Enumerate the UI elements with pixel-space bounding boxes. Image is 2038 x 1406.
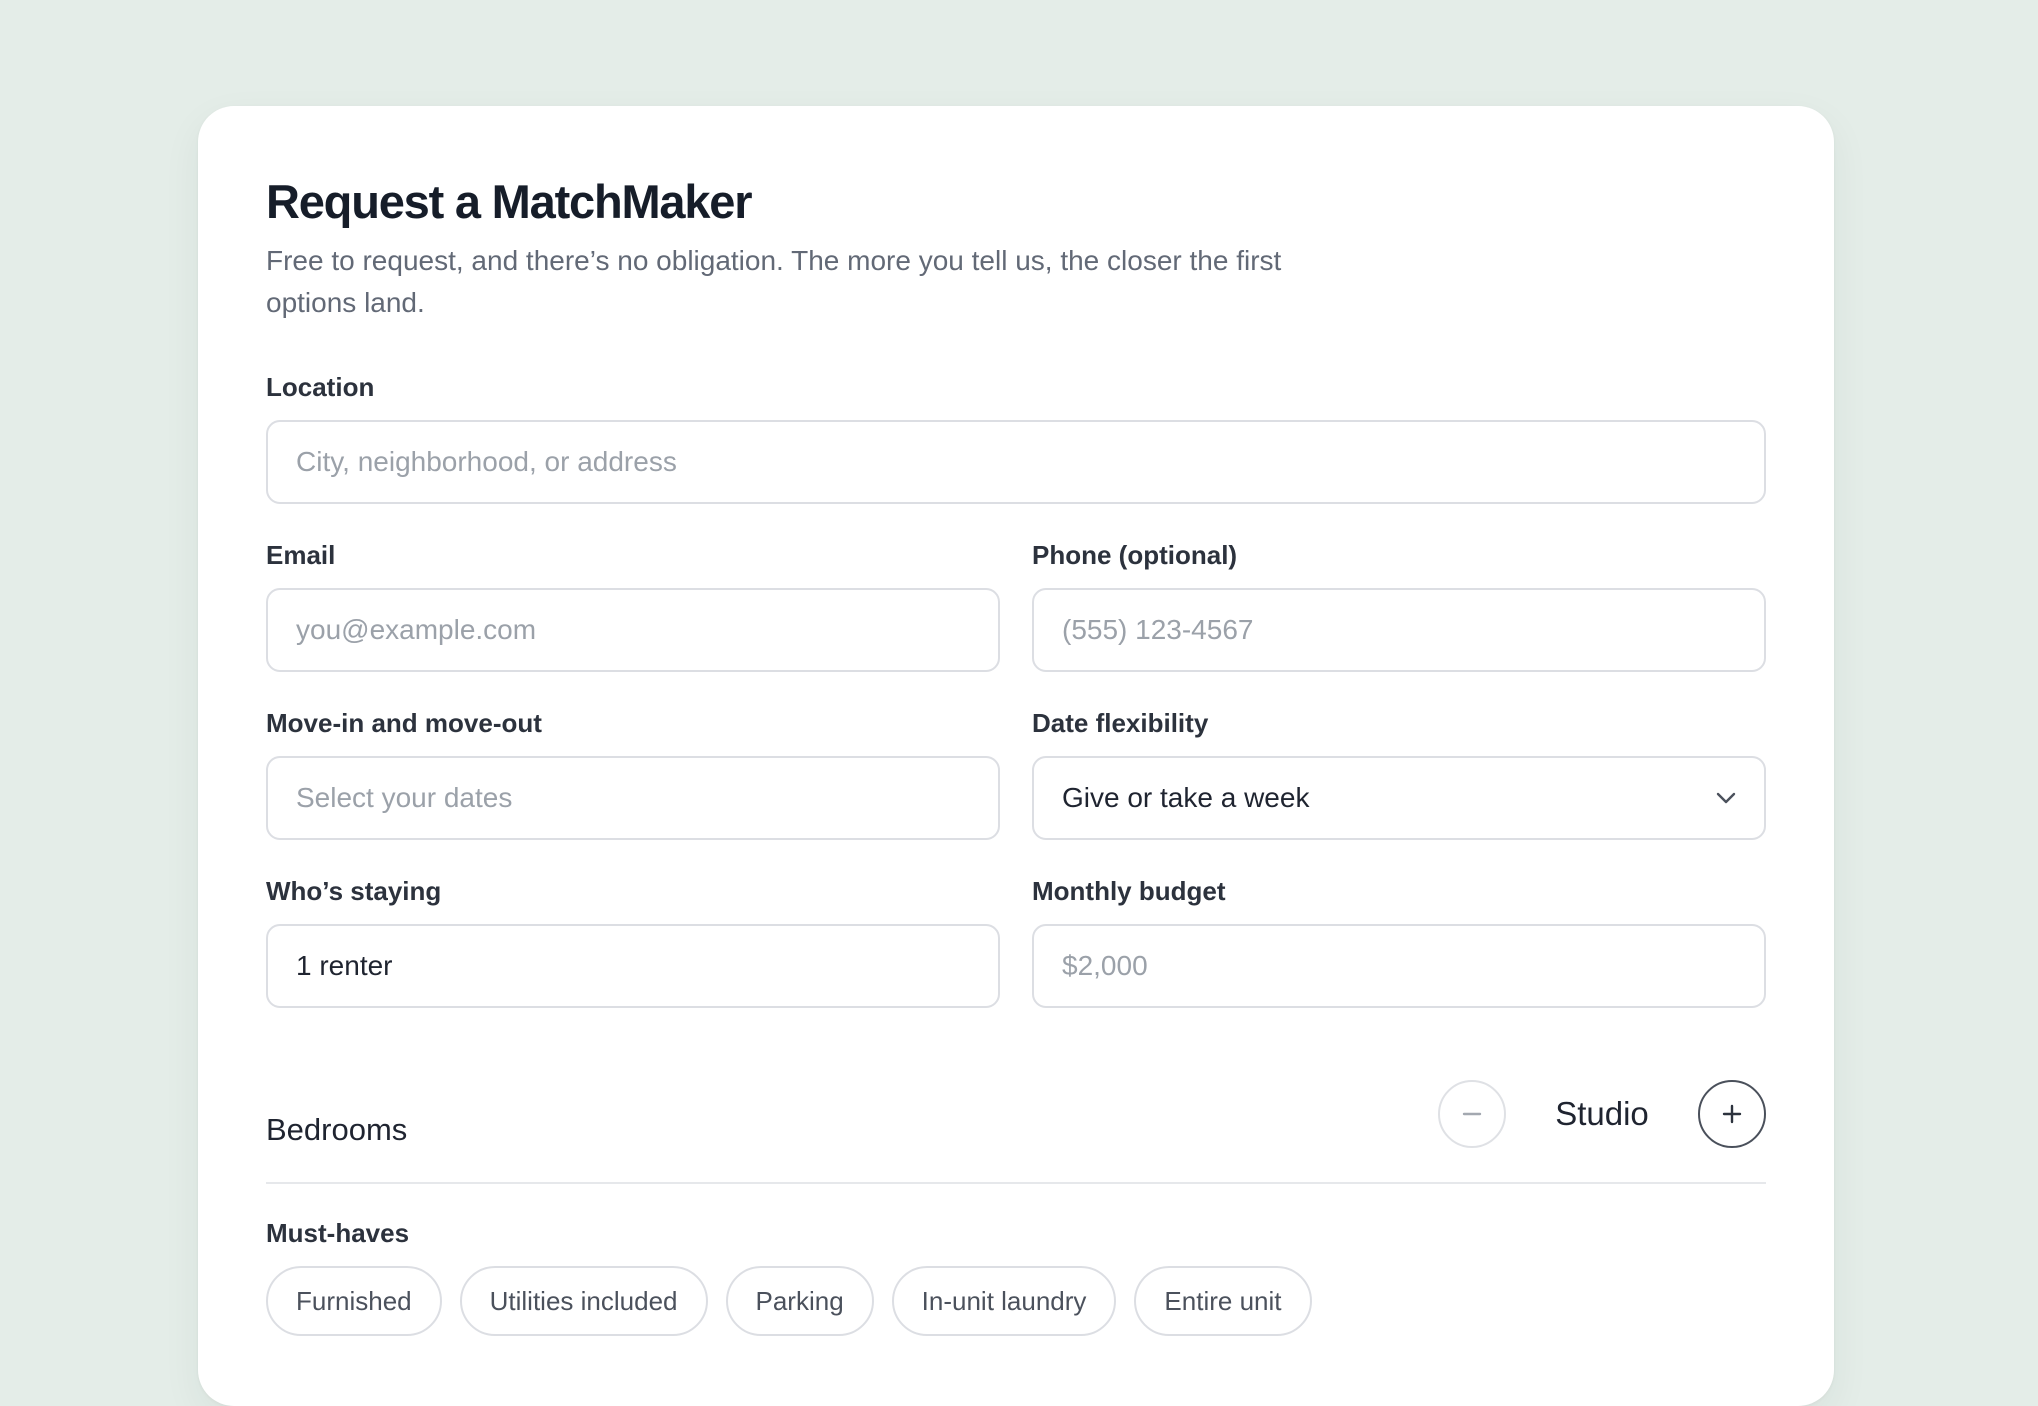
form-subtitle: Free to request, and there’s no obligati… xyxy=(266,245,1282,318)
chip-entire-unit[interactable]: Entire unit xyxy=(1134,1266,1312,1336)
dates-field xyxy=(266,756,1000,840)
bedrooms-increment-button[interactable] xyxy=(1698,1080,1766,1148)
form-title: Request a MatchMaker xyxy=(266,175,753,228)
dates-input[interactable] xyxy=(268,758,998,838)
guests-value: 1 renter xyxy=(296,950,393,981)
phone-field xyxy=(1032,588,1766,672)
chip-parking[interactable]: Parking xyxy=(725,1266,874,1336)
phone-input[interactable] xyxy=(1034,590,1764,670)
location-field xyxy=(266,420,1766,504)
bedrooms-decrement-button[interactable] xyxy=(1438,1080,1506,1148)
dates-label: Move-in and move-out xyxy=(266,708,542,738)
location-input[interactable] xyxy=(268,422,1764,502)
request-form-card: Request a MatchMaker Free to request, an… xyxy=(198,106,1834,1406)
email-input[interactable] xyxy=(268,590,998,670)
chip-in-unit-laundry[interactable]: In-unit laundry xyxy=(891,1266,1117,1336)
section-divider xyxy=(266,1182,1766,1184)
phone-label: Phone (optional) xyxy=(1032,540,1238,570)
flexibility-selected-value: Give or take a week xyxy=(1062,782,1310,813)
location-label: Location xyxy=(266,372,375,402)
guests-field[interactable]: 1 renter xyxy=(266,924,1000,1008)
must-haves-chip-group: Furnished Utilities included Parking In-… xyxy=(266,1266,1312,1336)
guests-label: Who’s staying xyxy=(266,876,442,906)
budget-field xyxy=(1032,924,1766,1008)
plus-icon xyxy=(1722,1104,1742,1124)
flexibility-select[interactable]: Give or take a week xyxy=(1032,756,1766,840)
budget-input[interactable] xyxy=(1034,926,1764,1006)
bedrooms-label: Bedrooms xyxy=(266,1112,408,1147)
chip-furnished[interactable]: Furnished xyxy=(266,1266,442,1336)
chip-utilities-included[interactable]: Utilities included xyxy=(459,1266,708,1336)
flexibility-label: Date flexibility xyxy=(1032,708,1209,738)
chevron-down-icon xyxy=(1716,792,1736,804)
must-haves-label: Must-haves xyxy=(266,1218,410,1248)
minus-icon xyxy=(1462,1112,1482,1116)
email-field xyxy=(266,588,1000,672)
email-label: Email xyxy=(266,540,336,570)
budget-label: Monthly budget xyxy=(1032,876,1226,906)
bedrooms-value: Studio xyxy=(1555,1095,1649,1132)
